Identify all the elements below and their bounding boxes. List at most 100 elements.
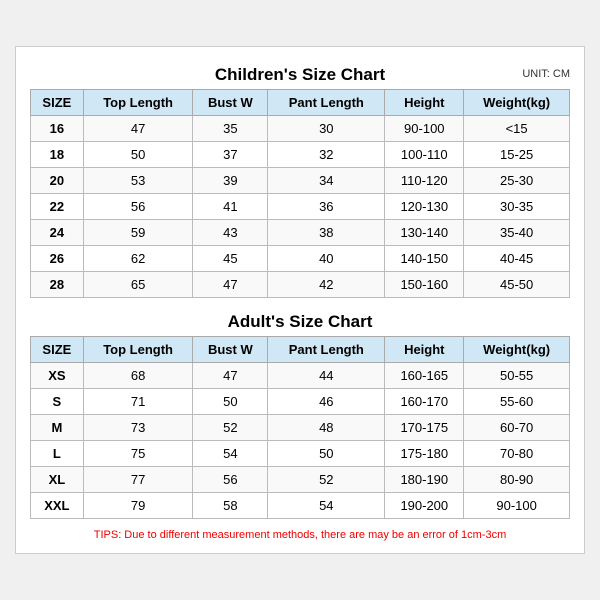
table-row: 22564136120-13030-35 — [31, 194, 570, 220]
table-cell: 36 — [268, 194, 385, 220]
table-cell: 28 — [31, 272, 84, 298]
table-cell: 18 — [31, 142, 84, 168]
table-cell: 47 — [83, 116, 193, 142]
table-cell: 32 — [268, 142, 385, 168]
col-height: Height — [385, 90, 464, 116]
table-cell: 170-175 — [385, 415, 464, 441]
table-cell: 40 — [268, 246, 385, 272]
table-cell: 38 — [268, 220, 385, 246]
children-title-text: Children's Size Chart — [215, 65, 385, 84]
table-cell: 50 — [83, 142, 193, 168]
adult-table-body: XS684744160-16550-55S715046160-17055-60M… — [31, 363, 570, 519]
table-row: 26624540140-15040-45 — [31, 246, 570, 272]
table-cell: 39 — [193, 168, 268, 194]
adult-title-text: Adult's Size Chart — [228, 312, 373, 331]
col-size: SIZE — [31, 90, 84, 116]
table-cell: 22 — [31, 194, 84, 220]
table-cell: 80-90 — [464, 467, 570, 493]
table-row: 28654742150-16045-50 — [31, 272, 570, 298]
table-cell: 54 — [268, 493, 385, 519]
table-cell: 150-160 — [385, 272, 464, 298]
table-cell: 35-40 — [464, 220, 570, 246]
table-cell: 160-165 — [385, 363, 464, 389]
table-cell: 44 — [268, 363, 385, 389]
table-cell: 62 — [83, 246, 193, 272]
table-cell: 180-190 — [385, 467, 464, 493]
adult-table: SIZE Top Length Bust W Pant Length Heigh… — [30, 336, 570, 519]
table-cell: 55-60 — [464, 389, 570, 415]
table-cell: 20 — [31, 168, 84, 194]
table-cell: 71 — [83, 389, 193, 415]
table-row: 24594338130-14035-40 — [31, 220, 570, 246]
table-cell: 110-120 — [385, 168, 464, 194]
unit-label: UNIT: CM — [522, 68, 570, 80]
table-cell: 45-50 — [464, 272, 570, 298]
children-table: SIZE Top Length Bust W Pant Length Heigh… — [30, 89, 570, 298]
table-cell: 68 — [83, 363, 193, 389]
tips-text: TIPS: Due to different measurement metho… — [30, 527, 570, 543]
table-row: L755450175-18070-80 — [31, 441, 570, 467]
table-cell: 56 — [193, 467, 268, 493]
table-cell: 47 — [193, 363, 268, 389]
table-cell: 37 — [193, 142, 268, 168]
table-cell: 52 — [193, 415, 268, 441]
children-table-body: 1647353090-100<1518503732100-11015-25205… — [31, 116, 570, 298]
table-cell: 50 — [268, 441, 385, 467]
table-cell: S — [31, 389, 84, 415]
col-pant-length-adult: Pant Length — [268, 337, 385, 363]
table-cell: XXL — [31, 493, 84, 519]
table-row: M735248170-17560-70 — [31, 415, 570, 441]
col-size-adult: SIZE — [31, 337, 84, 363]
table-row: 1647353090-100<15 — [31, 116, 570, 142]
table-cell: 90-100 — [464, 493, 570, 519]
table-cell: 15-25 — [464, 142, 570, 168]
table-cell: 65 — [83, 272, 193, 298]
table-cell: 140-150 — [385, 246, 464, 272]
table-cell: 58 — [193, 493, 268, 519]
table-cell: 56 — [83, 194, 193, 220]
table-cell: 54 — [193, 441, 268, 467]
col-top-length-adult: Top Length — [83, 337, 193, 363]
table-cell: 120-130 — [385, 194, 464, 220]
col-top-length: Top Length — [83, 90, 193, 116]
table-cell: 90-100 — [385, 116, 464, 142]
table-cell: 46 — [268, 389, 385, 415]
table-cell: 43 — [193, 220, 268, 246]
col-bust-w: Bust W — [193, 90, 268, 116]
col-bust-w-adult: Bust W — [193, 337, 268, 363]
table-row: XS684744160-16550-55 — [31, 363, 570, 389]
size-chart-card: Children's Size Chart UNIT: CM SIZE Top … — [15, 46, 585, 554]
table-cell: 41 — [193, 194, 268, 220]
table-cell: 25-30 — [464, 168, 570, 194]
table-cell: <15 — [464, 116, 570, 142]
col-weight: Weight(kg) — [464, 90, 570, 116]
table-cell: 160-170 — [385, 389, 464, 415]
table-cell: 50 — [193, 389, 268, 415]
table-cell: 45 — [193, 246, 268, 272]
table-cell: L — [31, 441, 84, 467]
table-cell: 42 — [268, 272, 385, 298]
table-cell: 130-140 — [385, 220, 464, 246]
table-cell: 48 — [268, 415, 385, 441]
table-cell: 34 — [268, 168, 385, 194]
table-cell: 190-200 — [385, 493, 464, 519]
table-cell: 59 — [83, 220, 193, 246]
table-cell: 73 — [83, 415, 193, 441]
table-cell: 26 — [31, 246, 84, 272]
table-cell: 77 — [83, 467, 193, 493]
table-cell: 47 — [193, 272, 268, 298]
table-row: 18503732100-11015-25 — [31, 142, 570, 168]
table-cell: 100-110 — [385, 142, 464, 168]
table-cell: 24 — [31, 220, 84, 246]
table-cell: 70-80 — [464, 441, 570, 467]
children-section-title: Children's Size Chart UNIT: CM — [30, 59, 570, 89]
table-cell: 16 — [31, 116, 84, 142]
table-cell: 35 — [193, 116, 268, 142]
table-cell: XS — [31, 363, 84, 389]
table-cell: 40-45 — [464, 246, 570, 272]
table-cell: 79 — [83, 493, 193, 519]
children-table-header: SIZE Top Length Bust W Pant Length Heigh… — [31, 90, 570, 116]
table-cell: 30 — [268, 116, 385, 142]
table-cell: M — [31, 415, 84, 441]
table-cell: 52 — [268, 467, 385, 493]
